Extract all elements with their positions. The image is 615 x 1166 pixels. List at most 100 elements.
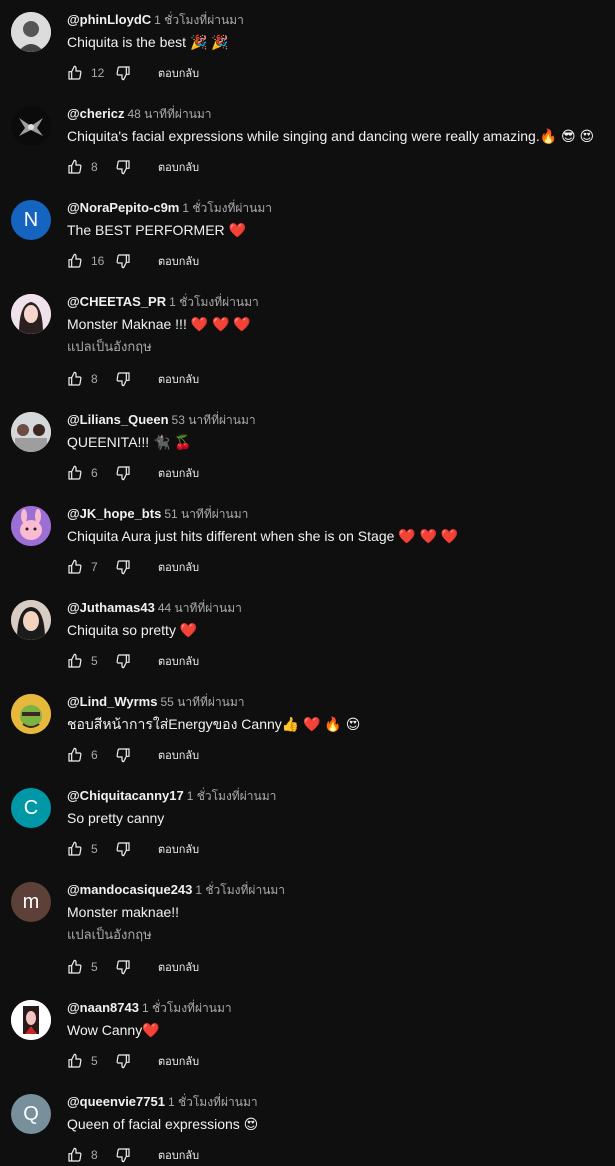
avatar-letter: Q [23, 1102, 39, 1125]
comment-header: @CHEETAS_PR 1 ชั่วโมงที่ผ่านมา [67, 294, 259, 310]
reply-button[interactable]: ตอบกลับ [158, 746, 199, 764]
thumb-up-icon[interactable] [67, 253, 83, 269]
thumb-up-icon[interactable] [67, 65, 83, 81]
author-name[interactable]: @mandocasique243 [67, 882, 192, 897]
thumb-down-icon[interactable] [115, 559, 131, 575]
author-name[interactable]: @naan8743 [67, 1000, 139, 1015]
author-name[interactable]: @chericz [67, 106, 124, 121]
thumb-up-icon[interactable] [67, 747, 83, 763]
translate-link[interactable]: แปลเป็นอังกฤษ [67, 926, 152, 944]
author-name[interactable]: @Juthamas43 [67, 600, 155, 615]
reply-button[interactable]: ตอบกลับ [158, 64, 199, 82]
thumb-up-icon[interactable] [67, 1147, 83, 1163]
comment-text: Wow Canny❤️ [67, 1022, 160, 1038]
reply-button[interactable]: ตอบกลับ [158, 464, 199, 482]
comment-header: @JK_hope_bts 51 นาทีที่ผ่านมา [67, 506, 248, 522]
thumb-up-icon[interactable] [67, 653, 83, 669]
comment-text: ชอบสีหน้าการใส่Energyของ Canny👍 ❤️ 🔥 😍 [67, 716, 361, 732]
comment-time[interactable]: 48 นาทีที่ผ่านมา [127, 107, 211, 121]
thumb-down-icon[interactable] [115, 841, 131, 857]
avatar[interactable] [11, 600, 51, 640]
like-count: 6 [91, 466, 98, 480]
comment-time[interactable]: 1 ชั่วโมงที่ผ่านมา [182, 201, 272, 215]
comment-header: @chericz 48 นาทีที่ผ่านมา [67, 106, 212, 122]
reply-button[interactable]: ตอบกลับ [158, 652, 199, 670]
comment-time[interactable]: 44 นาทีที่ผ่านมา [158, 601, 242, 615]
avatar[interactable] [11, 412, 51, 452]
author-name[interactable]: @Chiquitacanny17 [67, 788, 184, 803]
thumb-down-icon[interactable] [115, 1147, 131, 1163]
thumb-down-icon[interactable] [115, 959, 131, 975]
like-count: 7 [91, 560, 98, 574]
author-name[interactable]: @Lind_Wyrms [67, 694, 157, 709]
comment-time[interactable]: 1 ชั่วโมงที่ผ่านมา [169, 295, 259, 309]
comment-header: @naan8743 1 ชั่วโมงที่ผ่านมา [67, 1000, 232, 1016]
avatar-letter: N [23, 208, 39, 231]
reply-button[interactable]: ตอบกลับ [158, 370, 199, 388]
comment-time[interactable]: 55 นาทีที่ผ่านมา [160, 695, 244, 709]
comment-text: QUEENITA!!! 🐈‍⬛ 🍒 [67, 434, 192, 450]
avatar[interactable] [11, 12, 51, 52]
comment-actions: 8 ตอบกลับ [67, 1145, 199, 1165]
comment-time[interactable]: 53 นาทีที่ผ่านมา [172, 413, 256, 427]
like-count: 8 [91, 372, 98, 386]
avatar[interactable] [11, 106, 51, 146]
thumb-down-icon[interactable] [115, 253, 131, 269]
comment-text: Queen of facial expressions 😍 [67, 1116, 259, 1132]
reply-button[interactable]: ตอบกลับ [158, 840, 199, 858]
comment-actions: 12 ตอบกลับ [67, 63, 199, 83]
author-name[interactable]: @JK_hope_bts [67, 506, 161, 521]
comment-text: Monster Maknae !!! ❤️ ❤️ ❤️ [67, 316, 251, 332]
avatar[interactable]: C [11, 788, 51, 828]
comment-text: So pretty canny [67, 810, 165, 826]
avatar[interactable] [11, 1000, 51, 1040]
avatar[interactable] [11, 694, 51, 734]
thumb-up-icon[interactable] [67, 1053, 83, 1069]
author-name[interactable]: @queenvie7751 [67, 1094, 165, 1109]
translate-link[interactable]: แปลเป็นอังกฤษ [67, 338, 152, 356]
reply-button[interactable]: ตอบกลับ [158, 1052, 199, 1070]
thumb-down-icon[interactable] [115, 1053, 131, 1069]
thumb-up-icon[interactable] [67, 465, 83, 481]
thumb-down-icon[interactable] [115, 653, 131, 669]
reply-button[interactable]: ตอบกลับ [158, 1146, 199, 1164]
comment-text: Chiquita Aura just hits different when s… [67, 528, 459, 544]
thumb-down-icon[interactable] [115, 371, 131, 387]
reply-button[interactable]: ตอบกลับ [158, 958, 199, 976]
avatar-letter: m [22, 890, 40, 913]
comment-header: @phinLloydC 1 ชั่วโมงที่ผ่านมา [67, 12, 244, 28]
thumb-up-icon[interactable] [67, 841, 83, 857]
comment-time[interactable]: 51 นาทีที่ผ่านมา [164, 507, 248, 521]
author-name[interactable]: @NoraPepito-c9m [67, 200, 179, 215]
like-count: 5 [91, 842, 98, 856]
comment-time[interactable]: 1 ชั่วโมงที่ผ่านมา [195, 883, 285, 897]
comment-time[interactable]: 1 ชั่วโมงที่ผ่านมา [154, 13, 244, 27]
reply-button[interactable]: ตอบกลับ [158, 158, 199, 176]
avatar[interactable]: N [11, 200, 51, 240]
author-name[interactable]: @CHEETAS_PR [67, 294, 166, 309]
thumb-up-icon[interactable] [67, 959, 83, 975]
reply-button[interactable]: ตอบกลับ [158, 252, 199, 270]
comment-time[interactable]: 1 ชั่วโมงที่ผ่านมา [142, 1001, 232, 1015]
author-name[interactable]: @phinLloydC [67, 12, 151, 27]
thumb-up-icon[interactable] [67, 159, 83, 175]
reply-button[interactable]: ตอบกลับ [158, 558, 199, 576]
comment-time[interactable]: 1 ชั่วโมงที่ผ่านมา [168, 1095, 258, 1109]
comment-actions: 6 ตอบกลับ [67, 745, 199, 765]
thumb-down-icon[interactable] [115, 65, 131, 81]
thumb-up-icon[interactable] [67, 559, 83, 575]
thumb-up-icon[interactable] [67, 371, 83, 387]
comment-time[interactable]: 1 ชั่วโมงที่ผ่านมา [187, 789, 277, 803]
avatar[interactable]: Q [11, 1094, 51, 1134]
avatar[interactable] [11, 294, 51, 334]
avatar[interactable] [11, 506, 51, 546]
thumb-down-icon[interactable] [115, 159, 131, 175]
author-name[interactable]: @Lilians_Queen [67, 412, 169, 427]
like-count: 5 [91, 654, 98, 668]
comment-text: The BEST PERFORMER ❤️ [67, 222, 246, 238]
avatar[interactable]: m [11, 882, 51, 922]
like-count: 16 [91, 254, 105, 268]
thumb-down-icon[interactable] [115, 747, 131, 763]
like-count: 5 [91, 1054, 98, 1068]
thumb-down-icon[interactable] [115, 465, 131, 481]
